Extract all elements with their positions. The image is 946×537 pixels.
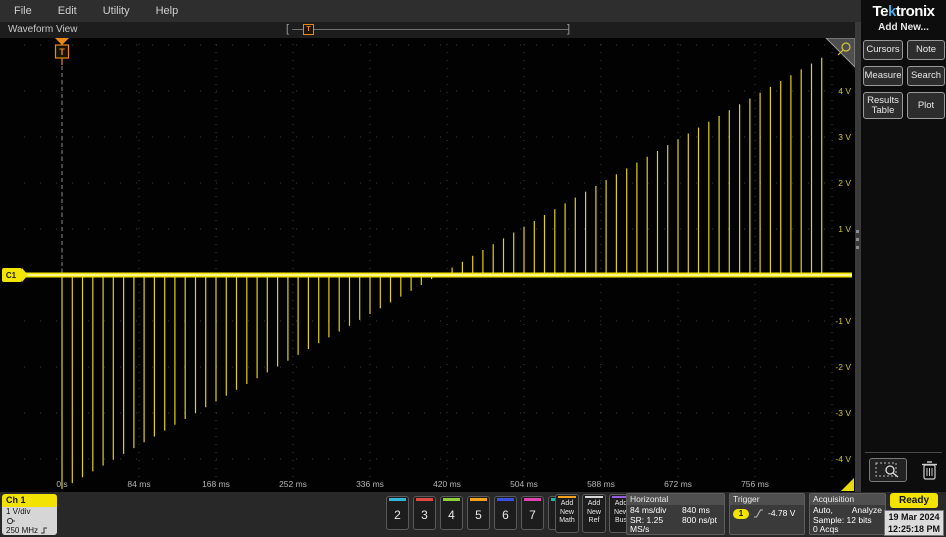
bottom-bar: Ch 1 1 V/div 250 MHz 2345678 AddNewMathA… (0, 492, 946, 537)
menu-file[interactable]: File (14, 5, 32, 17)
rising-edge-icon (754, 509, 763, 518)
svg-text:336 ms: 336 ms (356, 479, 384, 489)
svg-text:3 V: 3 V (838, 132, 851, 142)
add-new-ref-button[interactable]: Add New Ref (582, 494, 606, 533)
oscilloscope-app: File Edit Utility Help Waveform View [ ]… (0, 0, 946, 537)
measure-button[interactable]: Measure (863, 66, 903, 86)
svg-text:-3 V: -3 V (835, 408, 851, 418)
menu-utility[interactable]: Utility (103, 5, 130, 17)
horizontal-title: Horizontal (627, 494, 724, 505)
channel-4-button[interactable]: 4 (440, 496, 463, 530)
svg-text:672 ms: 672 ms (664, 479, 692, 489)
zoom-mode-button[interactable] (869, 458, 907, 482)
note-button[interactable]: Note (907, 40, 945, 60)
ready-status-badge: Ready (890, 493, 938, 508)
svg-text:-4 V: -4 V (835, 454, 851, 464)
svg-text:84 ms: 84 ms (127, 479, 150, 489)
waveform-view-title: Waveform View (8, 24, 78, 35)
svg-text:0 s: 0 s (56, 479, 67, 489)
cursors-button[interactable]: Cursors (863, 40, 903, 60)
channel-buttons: 2345678 (386, 496, 571, 530)
svg-text:C1: C1 (6, 271, 17, 280)
channel-1-badge[interactable]: Ch 1 1 V/div 250 MHz (2, 494, 57, 535)
datetime-box: 19 Mar 2024 12:25:18 PM (884, 510, 944, 536)
record-view-trigger-marker[interactable]: T (303, 24, 314, 35)
right-panel: Tektronix Add New... Cursors Note Measur… (861, 0, 946, 492)
trigger-source-badge: 1 (733, 508, 749, 519)
add-new-buttons: Add New Math Add New Ref Add New Bus (555, 494, 633, 533)
acquisition-title: Acquisition (810, 494, 885, 505)
svg-text:-1 V: -1 V (835, 316, 851, 326)
waveform-view-titlebar[interactable]: Waveform View (0, 22, 861, 38)
acquisition-acqs: 0 Acqs (813, 524, 839, 534)
svg-text:504 ms: 504 ms (510, 479, 538, 489)
waveform-plot[interactable]: 4 V 3 V 2 V 1 V -1 V -2 V -3 V -4 V 0 s 84 ms 168 … (0, 37, 856, 492)
add-new-math-button[interactable]: Add New Math (555, 494, 579, 533)
svg-text:420 ms: 420 ms (433, 479, 461, 489)
plot-button[interactable]: Plot (907, 92, 945, 119)
channel-5-button[interactable]: 5 (467, 496, 490, 530)
tektronix-logo: Tektronix (872, 3, 935, 20)
horizontal-resolution: 800 ns/pt (682, 514, 717, 525)
svg-text:T: T (59, 47, 65, 57)
trigger-title: Trigger (730, 494, 804, 505)
add-new-label: Add New... (878, 22, 929, 33)
svg-text:756 ms: 756 ms (741, 479, 769, 489)
channel-3-button[interactable]: 3 (413, 496, 436, 530)
channel-1-bandwidth: 250 MHz (6, 526, 39, 535)
channel-1-scale: 1 V/div (6, 507, 31, 516)
svg-text:168 ms: 168 ms (202, 479, 230, 489)
svg-text:252 ms: 252 ms (279, 479, 307, 489)
search-button[interactable]: Search (907, 66, 945, 86)
horizontal-record-length: RL: 1.05 Mpts (630, 534, 662, 535)
trigger-panel[interactable]: Trigger 1 -4.78 V (729, 493, 805, 535)
svg-text:-2 V: -2 V (835, 362, 851, 372)
svg-text:588 ms: 588 ms (587, 479, 615, 489)
date-label: 19 Mar 2024 (888, 512, 940, 522)
channel-1-label: Ch 1 (2, 494, 57, 507)
record-view-left-bracket[interactable]: [ (286, 23, 289, 36)
right-panel-divider (865, 452, 942, 453)
horizontal-panel[interactable]: Horizontal 84 ms/div 840 ms SR: 1.25 MS/… (626, 493, 725, 535)
menu-edit[interactable]: Edit (58, 5, 77, 17)
splitter-grip-icon (856, 230, 860, 249)
probe-icon (6, 517, 15, 524)
svg-text:4 V: 4 V (838, 86, 851, 96)
record-view-bar[interactable] (292, 29, 569, 30)
menu-bar: File Edit Utility Help (0, 0, 861, 22)
time-label: 12:25:18 PM (887, 524, 941, 534)
horizontal-sample-rate: SR: 1.25 MS/s (630, 514, 664, 534)
zoom-box-magnifier-icon (875, 462, 899, 478)
trigger-level: -4.78 V (768, 507, 796, 518)
menu-help[interactable]: Help (156, 5, 179, 17)
horizontal-position: 6.1% (690, 534, 709, 535)
record-view-right-bracket[interactable]: ] (567, 23, 570, 36)
svg-text:2 V: 2 V (838, 178, 851, 188)
acquisition-panel[interactable]: Acquisition Auto, Analyze Sample: 12 bit… (809, 493, 886, 535)
trash-icon[interactable] (921, 460, 938, 480)
results-table-button[interactable]: Results Table (863, 92, 903, 119)
bandwidth-icon (41, 527, 48, 534)
channel-2-button[interactable]: 2 (386, 496, 409, 530)
channel-6-button[interactable]: 6 (494, 496, 517, 530)
channel-7-button[interactable]: 7 (521, 496, 544, 530)
svg-text:1 V: 1 V (838, 224, 851, 234)
